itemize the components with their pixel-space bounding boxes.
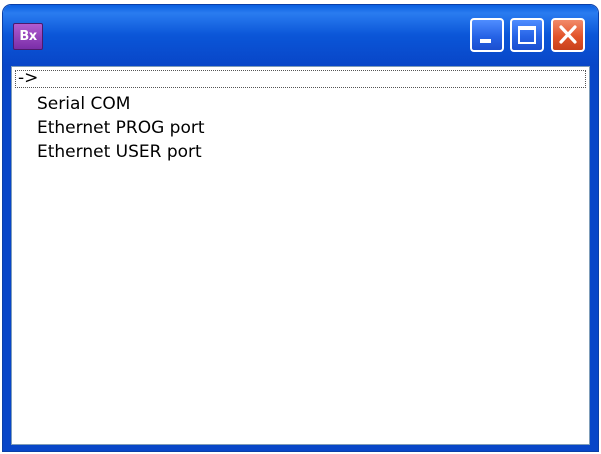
list-item-arrow[interactable]: -> <box>15 70 586 88</box>
list-item-serial-com[interactable]: Serial COM <box>15 92 586 116</box>
list-item-ethernet-prog-port[interactable]: Ethernet PROG port <box>15 116 586 140</box>
close-button[interactable] <box>551 18 585 52</box>
connection-list: -> Serial COM Ethernet PROG port Etherne… <box>15 70 586 441</box>
title-bar[interactable]: Bx <box>3 5 598 64</box>
maximize-icon <box>518 26 536 44</box>
minimize-icon <box>480 39 491 43</box>
bx-app-icon[interactable]: Bx <box>13 23 43 50</box>
maximize-button[interactable] <box>510 18 544 52</box>
minimize-button[interactable] <box>470 18 504 52</box>
app-window: Bx -> Serial COM Ethernet PROG port Ethe… <box>3 5 598 451</box>
list-item-ethernet-user-port[interactable]: Ethernet USER port <box>15 140 586 164</box>
list-box[interactable]: -> Serial COM Ethernet PROG port Etherne… <box>11 66 590 445</box>
close-icon <box>559 25 577 44</box>
